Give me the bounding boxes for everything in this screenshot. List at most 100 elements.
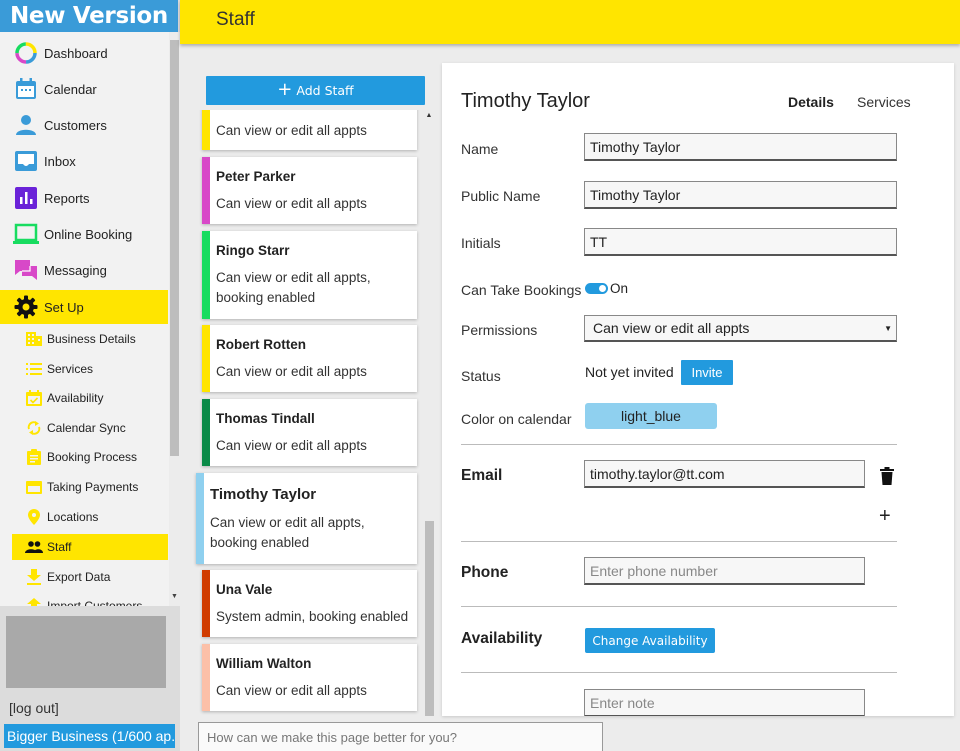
can-take-bookings-toggle[interactable] — [585, 283, 608, 294]
building-icon — [25, 330, 43, 348]
page-header: Staff — [180, 0, 960, 44]
trash-icon[interactable] — [880, 467, 894, 485]
sidebar-subitem-business-details[interactable]: Business Details — [12, 326, 168, 352]
staff-card[interactable]: William Walton Can view or edit all appt… — [202, 644, 417, 711]
sidebar-item-reports[interactable]: Reports — [0, 181, 168, 215]
credit-card-icon — [25, 478, 43, 496]
sidebar-subitem-taking-payments[interactable]: Taking Payments — [12, 474, 168, 500]
staff-card-name: Thomas Tindall — [216, 411, 315, 426]
sidebar-subitem-booking-process[interactable]: Booking Process — [12, 444, 168, 470]
initials-label: Initials — [461, 235, 501, 251]
sidebar-subitem-availability[interactable]: Availability — [12, 385, 168, 411]
feedback-input[interactable] — [198, 722, 603, 751]
phone-input[interactable] — [584, 557, 865, 585]
name-input[interactable] — [584, 133, 897, 161]
download-icon — [25, 568, 43, 586]
calendar-color-picker[interactable]: light_blue — [585, 403, 717, 429]
sidebar-item-set-up[interactable]: Set Up — [0, 290, 168, 324]
logout-link[interactable]: [log out] — [9, 700, 59, 716]
staff-card[interactable]: Ringo Starr Can view or edit all appts, … — [202, 231, 417, 319]
permissions-select[interactable]: Can view or edit all appts ▼ — [584, 315, 897, 342]
business-selector[interactable]: Bigger Business (1/600 ap... — [4, 724, 175, 748]
staff-card-description: Can view or edit all appts — [216, 364, 367, 379]
sidebar-subitem-label: Services — [47, 362, 94, 376]
name-label: Name — [461, 141, 499, 157]
permissions-label: Permissions — [461, 322, 538, 338]
sidebar-item-inbox[interactable]: Inbox — [0, 144, 168, 178]
status-label: Status — [461, 368, 501, 384]
sidebar-item-label: Calendar — [44, 81, 97, 97]
sidebar-item-label: Reports — [44, 190, 90, 206]
initials-input[interactable] — [584, 228, 897, 256]
toggle-state-label: On — [610, 281, 629, 296]
public-name-label: Public Name — [461, 188, 541, 204]
section-divider — [461, 606, 897, 607]
laptop-icon — [13, 221, 39, 247]
sidebar-subitem-export-data[interactable]: Export Data — [12, 564, 168, 590]
sidebar-scrollbar-thumb[interactable] — [170, 40, 179, 456]
sidebar-item-customers[interactable]: Customers — [0, 108, 168, 142]
staff-card[interactable]: Can view or edit all appts — [202, 110, 417, 150]
list-icon — [25, 360, 43, 378]
note-input[interactable] — [584, 689, 865, 716]
sidebar-subitem-services[interactable]: Services — [12, 356, 168, 382]
add-email-plus-icon[interactable]: + — [879, 506, 891, 526]
sidebar-item-dashboard[interactable]: Dashboard — [0, 36, 168, 70]
scroll-up-arrow-icon[interactable]: ▲ — [424, 112, 434, 119]
business-logo-placeholder — [6, 616, 166, 688]
add-staff-button[interactable]: + Add Staff — [206, 76, 425, 105]
staff-detail-panel: Timothy Taylor Details Services Name Pub… — [442, 63, 954, 716]
sidebar-item-online-booking[interactable]: Online Booking — [0, 217, 168, 251]
sidebar-item-label: Set Up — [44, 299, 84, 315]
email-label: Email — [461, 467, 503, 484]
brand-title: New Version — [0, 0, 178, 32]
sidebar-nav: Dashboard Calendar Customers Inbox Repor… — [0, 32, 180, 606]
change-availability-button[interactable]: Change Availability — [585, 628, 715, 653]
sidebar-item-label: Customers — [44, 117, 107, 133]
email-input[interactable] — [584, 460, 865, 488]
sidebar-item-messaging[interactable]: Messaging — [0, 253, 168, 287]
calendar-check-icon — [25, 389, 43, 407]
sidebar-subitem-calendar-sync[interactable]: Calendar Sync — [12, 415, 168, 441]
sidebar-subitem-label: Availability — [47, 391, 104, 405]
sidebar-subitem-label: Locations — [47, 510, 99, 524]
sidebar-subitem-label: Import Customers — [47, 599, 143, 606]
public-name-input[interactable] — [584, 181, 897, 209]
can-take-bookings-label: Can Take Bookings — [461, 282, 582, 298]
staff-card-description: Can view or edit all appts, booking enab… — [210, 515, 365, 550]
sidebar-subitem-label: Booking Process — [47, 450, 138, 464]
sync-icon — [25, 419, 43, 437]
staff-list-scrollbar-thumb[interactable] — [425, 521, 434, 716]
sidebar-subitem-label: Export Data — [47, 570, 111, 584]
tab-services[interactable]: Services — [857, 94, 911, 110]
staff-card[interactable]: Peter Parker Can view or edit all appts — [202, 157, 417, 224]
scroll-down-arrow-icon[interactable]: ▼ — [170, 592, 179, 602]
plus-icon: + — [277, 78, 293, 100]
sidebar-subitem-label: Staff — [47, 540, 72, 554]
status-value: Not yet invited — [585, 364, 674, 380]
invite-button[interactable]: Invite — [681, 360, 733, 385]
calendar-icon — [13, 76, 39, 102]
clipboard-icon — [25, 448, 43, 466]
sidebar-subitem-import-customers[interactable]: Import Customers — [12, 593, 168, 606]
staff-card-selected[interactable]: Timothy Taylor Can view or edit all appt… — [196, 473, 417, 564]
staff-card[interactable]: Una Vale System admin, booking enabled — [202, 570, 417, 637]
gear-icon — [13, 294, 39, 320]
staff-card-name: Ringo Starr — [216, 243, 290, 258]
staff-card-name: Una Vale — [216, 582, 273, 597]
sidebar-subitem-staff[interactable]: Staff — [12, 534, 168, 560]
phone-label: Phone — [461, 564, 509, 581]
staff-card[interactable]: Robert Rotten Can view or edit all appts — [202, 325, 417, 392]
sidebar-item-calendar[interactable]: Calendar — [0, 72, 168, 106]
toggle-knob — [599, 285, 606, 292]
staff-card-name: Robert Rotten — [216, 337, 306, 352]
staff-card[interactable]: Thomas Tindall Can view or edit all appt… — [202, 399, 417, 466]
dashboard-ring-icon — [13, 40, 39, 66]
sidebar-item-label: Online Booking — [44, 226, 133, 242]
sidebar-subitem-locations[interactable]: Locations — [12, 504, 168, 530]
location-pin-icon — [25, 508, 43, 526]
staff-card-description: Can view or edit all appts, booking enab… — [216, 270, 371, 305]
add-staff-label: Add Staff — [296, 83, 354, 98]
tab-details[interactable]: Details — [788, 94, 834, 110]
bar-chart-icon — [13, 185, 39, 211]
